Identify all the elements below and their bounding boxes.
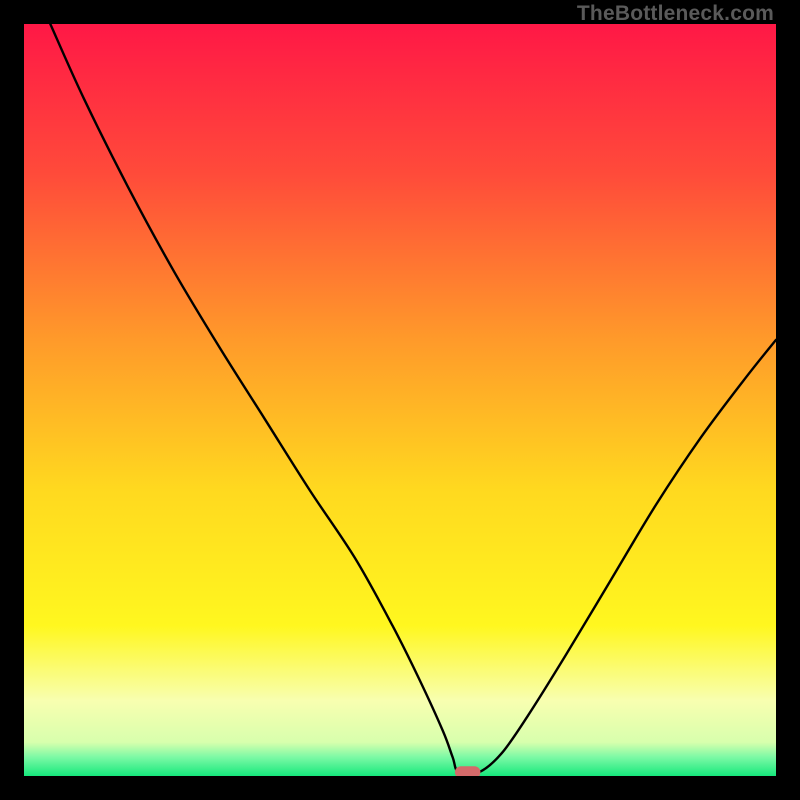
optimum-marker xyxy=(455,766,481,776)
watermark-text: TheBottleneck.com xyxy=(577,2,774,26)
chart-background xyxy=(24,24,776,776)
chart-frame xyxy=(24,24,776,776)
bottleneck-chart xyxy=(24,24,776,776)
